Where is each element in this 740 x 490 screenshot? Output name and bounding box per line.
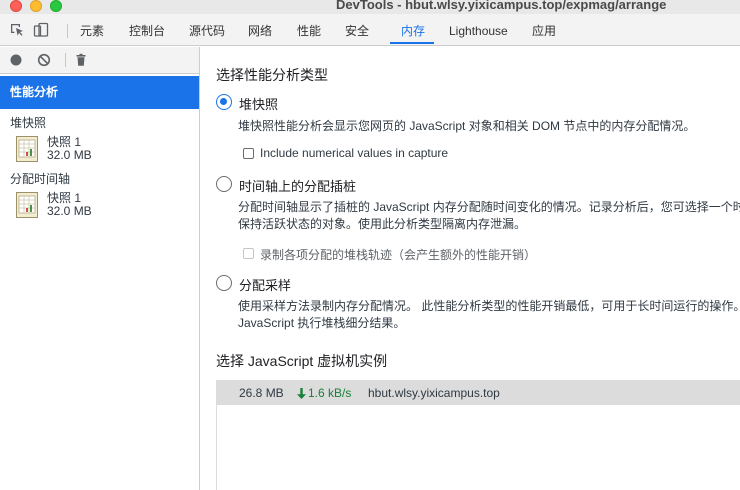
sidebar-item-snapshot[interactable]: 快照 1 32.0 MB xyxy=(16,136,176,164)
radio-label: 堆快照 xyxy=(239,97,279,112)
tabbar-divider xyxy=(67,24,68,38)
tab-application[interactable]: 应用 xyxy=(532,14,556,45)
sidebar-toolbar-divider xyxy=(65,53,66,67)
device-toggle-icon[interactable] xyxy=(33,22,49,38)
trash-icon[interactable] xyxy=(74,53,88,67)
snapshot-size: 32.0 MB xyxy=(47,148,92,162)
panel-tabbar: 元素 控制台 源代码 网络 性能 安全 内存 Lighthouse 应用 xyxy=(0,14,740,46)
active-tab-indicator xyxy=(390,42,434,44)
sidebar-item-profiles[interactable]: 性能分析 xyxy=(0,76,199,109)
tab-elements[interactable]: 元素 xyxy=(80,14,104,45)
checkbox xyxy=(243,248,254,259)
clear-icon[interactable] xyxy=(37,53,51,67)
zoom-window-button[interactable] xyxy=(50,0,62,12)
option-description: 分配时间轴显示了插桩的 JavaScript 内存分配随时间变化的情况。记录分析… xyxy=(238,200,740,214)
arrow-down-icon xyxy=(297,388,306,400)
tab-memory[interactable]: 内存 xyxy=(401,14,425,45)
tab-network[interactable]: 网络 xyxy=(248,14,272,45)
window-title: DevTools - hbut.wlsy.yixicampus.top/expm… xyxy=(336,0,667,12)
vm-alloc-rate-value: 1.6 kB/s xyxy=(308,386,352,400)
vm-heap-size: 26.8 MB xyxy=(239,386,284,400)
profiles-sidebar: 性能分析 堆快照 快照 1 32.0 MB 分配时间轴 快照 1 32.0 MB xyxy=(0,47,200,490)
radio-button[interactable] xyxy=(216,275,232,291)
record-icon[interactable] xyxy=(9,53,23,67)
option-description: JavaScript 执行堆栈细分结果。 xyxy=(238,316,406,330)
profile-type-heading: 选择性能分析类型 xyxy=(216,67,328,83)
checkbox-label: Include numerical values in capture xyxy=(260,146,449,160)
sidebar-item-snapshot[interactable]: 快照 1 32.0 MB xyxy=(16,192,176,220)
tab-security[interactable]: 安全 xyxy=(345,14,369,45)
tab-console[interactable]: 控制台 xyxy=(129,14,165,45)
minimize-window-button[interactable] xyxy=(30,0,42,12)
snapshot-file-icon xyxy=(16,136,38,162)
checkbox[interactable] xyxy=(243,148,254,159)
option-description: 保持活跃状态的对象。使用此分析类型隔离内存泄漏。 xyxy=(238,217,527,231)
sidebar-group-heap-snapshot: 堆快照 xyxy=(10,116,47,130)
option-description: 堆快照性能分析会显示您网页的 JavaScript 对象和相关 DOM 节点中的… xyxy=(238,119,696,133)
radio-label: 分配采样 xyxy=(239,278,292,293)
snapshot-file-icon xyxy=(16,192,38,218)
snapshot-size: 32.0 MB xyxy=(47,204,92,218)
tab-sources[interactable]: 源代码 xyxy=(189,14,225,45)
inspect-icon[interactable] xyxy=(9,22,25,38)
vm-host: hbut.wlsy.yixicampus.top xyxy=(368,386,500,400)
sidebar-toolbar xyxy=(0,47,199,74)
radio-label: 时间轴上的分配插桩 xyxy=(239,179,357,194)
tab-performance[interactable]: 性能 xyxy=(297,14,321,45)
radio-button[interactable] xyxy=(216,176,232,192)
sidebar-group-allocation-timeline: 分配时间轴 xyxy=(10,172,71,186)
vm-alloc-rate: 1.6 kB/s xyxy=(297,381,351,405)
vm-instance-heading: 选择 JavaScript 虚拟机实例 xyxy=(216,353,388,369)
radio-button[interactable] xyxy=(216,94,232,110)
window-titlebar: DevTools - hbut.wlsy.yixicampus.top/expm… xyxy=(0,0,740,14)
option-description: 使用采样方法录制内存分配情况。 此性能分析类型的性能开销最低，可用于长时间运行的… xyxy=(238,299,740,313)
tab-lighthouse[interactable]: Lighthouse xyxy=(449,14,508,45)
close-window-button[interactable] xyxy=(10,0,22,12)
vm-instance-row[interactable]: 26.8 MB 1.6 kB/s hbut.wlsy.yixicampus.to… xyxy=(217,381,740,405)
checkbox-label: 录制各项分配的堆栈轨迹（会产生额外的性能开销） xyxy=(260,248,537,262)
vm-instance-list: 26.8 MB 1.6 kB/s hbut.wlsy.yixicampus.to… xyxy=(216,380,740,490)
profile-launcher: 选择性能分析类型 堆快照 堆快照性能分析会显示您网页的 JavaScript 对… xyxy=(201,47,740,490)
